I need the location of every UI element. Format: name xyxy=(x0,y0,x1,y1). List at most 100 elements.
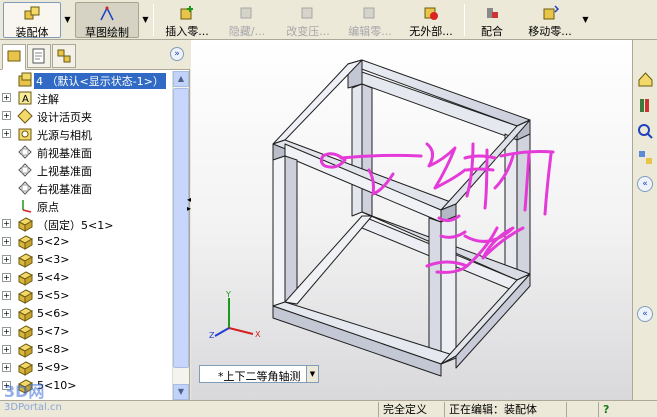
view-palette-icon[interactable] xyxy=(636,148,655,167)
tree-item[interactable]: +5<3> xyxy=(0,251,172,269)
frame-model xyxy=(272,59,555,377)
tree-item[interactable]: 前视基准面 xyxy=(0,143,172,161)
task-pane: « « xyxy=(632,40,657,400)
chevron-left-icon[interactable]: « xyxy=(637,176,653,192)
view-orientation-dropdown[interactable]: *上下二等角轴测 ▼ xyxy=(199,365,319,383)
tree-item-label: 原点 xyxy=(37,201,59,214)
tree-root-item[interactable]: 4 （默认<显示状态-1>） xyxy=(0,71,172,89)
graphics-area[interactable]: Y X Z *上下二等角轴测 ▼ xyxy=(191,40,632,400)
feature-tree-icon xyxy=(7,50,21,62)
assembly-dropdown-arrow[interactable]: ▼ xyxy=(62,2,73,38)
expand-icon[interactable]: + xyxy=(2,129,11,138)
part-icon xyxy=(17,343,33,358)
scroll-down-icon[interactable]: ▼ xyxy=(173,384,189,400)
expand-icon[interactable]: + xyxy=(2,363,11,372)
assembly-tab-button[interactable]: 装配体 xyxy=(3,2,61,39)
tab-feature-tree[interactable] xyxy=(2,44,26,70)
tree-item-label: 5<6> xyxy=(37,307,70,320)
no-external-refs-button[interactable]: 无外部... xyxy=(403,2,459,38)
tree-item[interactable]: + A 注解 xyxy=(0,89,172,107)
triad-y-label: Y xyxy=(225,290,231,299)
chevron-left-icon[interactable]: « xyxy=(637,306,653,322)
tree-item-label: 5<8> xyxy=(37,343,70,356)
change-suppression-button[interactable]: 改变压... xyxy=(280,2,336,38)
tree-item-label: 设计活页夹 xyxy=(37,111,92,124)
definition-status: 完全定义 xyxy=(378,402,442,417)
hide-show-button[interactable]: 隐藏/... xyxy=(220,2,274,38)
watermark-line2: 3DPortal.cn xyxy=(4,402,62,413)
expand-icon[interactable]: + xyxy=(2,237,11,246)
move-component-dropdown-arrow[interactable]: ▼ xyxy=(580,2,591,38)
home-icon[interactable] xyxy=(636,70,655,89)
tree-item[interactable]: +5<5> xyxy=(0,287,172,305)
expand-icon[interactable]: + xyxy=(2,219,11,228)
insert-components-icon xyxy=(180,6,193,20)
configuration-manager-icon xyxy=(57,49,71,63)
help-icon[interactable]: ? xyxy=(598,402,618,417)
watermark-logo: 3D网 3DPortal.cn xyxy=(4,378,62,413)
design-binder-icon xyxy=(17,108,33,124)
tree-item-label: （固定）5<1> xyxy=(37,219,114,232)
feature-manager-tabs: » xyxy=(0,40,190,70)
feature-tree: 4 （默认<显示状态-1>） + A 注解 + 设计活页夹 + 光源与相机 前视基准面 上视基准面… xyxy=(0,71,172,400)
part-icon xyxy=(17,325,33,340)
expand-icon[interactable]: + xyxy=(2,273,11,282)
design-library-icon[interactable] xyxy=(636,96,655,115)
tree-item[interactable]: 上视基准面 xyxy=(0,161,172,179)
tab-property-manager[interactable] xyxy=(27,44,51,68)
tree-item-label: 前视基准面 xyxy=(37,147,92,160)
mate-button[interactable]: 配合 xyxy=(470,2,514,38)
toolbar-separator xyxy=(464,4,465,36)
tree-item-label: 5<2> xyxy=(37,235,70,248)
tree-scrollbar[interactable]: ▲ ▼ xyxy=(172,71,189,400)
expand-icon[interactable]: + xyxy=(2,309,11,318)
tree-item[interactable]: + （固定）5<1> xyxy=(0,215,172,233)
tree-item[interactable]: +5<4> xyxy=(0,269,172,287)
tree-item[interactable]: +5<7> xyxy=(0,323,172,341)
tree-item[interactable]: + 光源与相机 xyxy=(0,125,172,143)
tree-item[interactable]: + 设计活页夹 xyxy=(0,107,172,125)
part-icon xyxy=(17,289,33,304)
expand-icon[interactable]: + xyxy=(2,291,11,300)
edit-component-icon xyxy=(363,7,375,19)
no-external-refs-icon xyxy=(424,7,438,20)
tree-item-label: 5<5> xyxy=(37,289,70,302)
tree-item[interactable]: 原点 xyxy=(0,197,172,215)
origin-icon xyxy=(22,200,32,213)
triad-x-label: X xyxy=(255,330,261,339)
collapse-panel-button[interactable]: » xyxy=(170,47,184,61)
part-icon xyxy=(17,307,33,322)
assembly-icon xyxy=(24,6,40,20)
assembly-root-icon xyxy=(18,72,32,87)
tab-configuration-manager[interactable] xyxy=(52,44,76,68)
feature-manager-panel: » 4 （默认<显示状态-1>） + A 注解 + 设计活页夹 + 光源与相机 前视基准面 上视基… xyxy=(0,40,190,400)
tree-item-label: 5<9> xyxy=(37,361,70,374)
tree-item[interactable]: +5<8> xyxy=(0,341,172,359)
property-manager-icon xyxy=(32,48,45,64)
expand-icon[interactable]: + xyxy=(2,345,11,354)
expand-icon[interactable]: + xyxy=(2,93,11,102)
insert-components-button[interactable]: 插入零... xyxy=(158,2,216,38)
toolbar-separator xyxy=(153,4,154,36)
frame-bar xyxy=(347,59,531,127)
sketch-dropdown-arrow[interactable]: ▼ xyxy=(140,2,151,38)
change-suppression-icon xyxy=(301,7,313,19)
tree-item[interactable]: +5<9> xyxy=(0,359,172,377)
expand-icon[interactable]: + xyxy=(2,327,11,336)
move-component-icon xyxy=(543,5,559,20)
edit-component-button[interactable]: 编辑零... xyxy=(342,2,398,38)
expand-icon[interactable]: + xyxy=(2,111,11,120)
file-explorer-icon[interactable] xyxy=(636,122,655,141)
sketch-tab-button[interactable]: 草图绘制 xyxy=(75,2,139,39)
move-component-button[interactable]: 移动零... xyxy=(520,2,580,38)
hide-show-icon xyxy=(240,7,252,19)
expand-icon[interactable]: + xyxy=(2,255,11,264)
scroll-thumb[interactable] xyxy=(173,88,189,368)
watermark-line1: 3D网 xyxy=(4,382,45,401)
scroll-up-icon[interactable]: ▲ xyxy=(173,71,189,87)
tree-item[interactable]: +5<6> xyxy=(0,305,172,323)
chevron-down-icon[interactable]: ▼ xyxy=(306,366,318,382)
tree-item[interactable]: +5<2> xyxy=(0,233,172,251)
tree-item[interactable]: 右视基准面 xyxy=(0,179,172,197)
triad-z-label: Z xyxy=(209,331,215,340)
